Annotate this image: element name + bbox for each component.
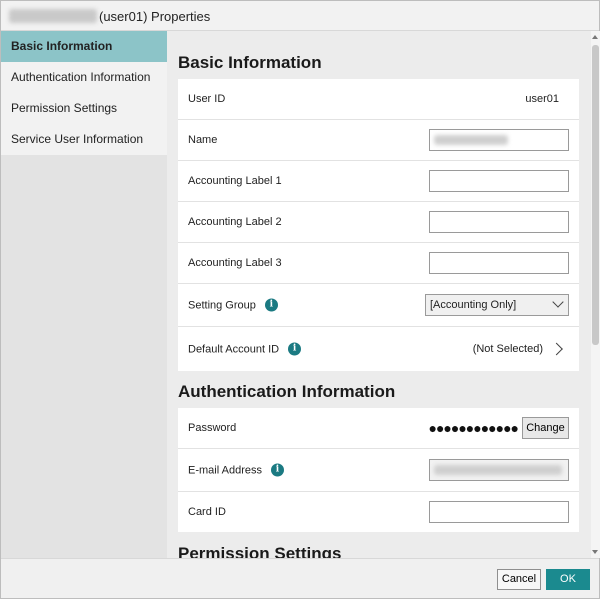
redacted-email-value	[434, 465, 562, 475]
info-icon[interactable]: i	[270, 463, 284, 477]
accounting-label-3-label: Accounting Label 3	[188, 257, 282, 269]
password-label: Password	[188, 422, 237, 434]
default-account-value: (Not Selected)	[472, 343, 543, 355]
accounting-label-3-field[interactable]	[429, 252, 569, 274]
info-icon[interactable]: i	[288, 342, 302, 356]
accounting-label-1-label: Accounting Label 1	[188, 175, 282, 187]
scroll-up-icon[interactable]	[592, 35, 598, 39]
ok-button[interactable]: OK	[546, 569, 590, 590]
name-field[interactable]	[429, 129, 569, 151]
accounting-label-3-row: Accounting Label 3	[178, 243, 579, 284]
accounting-label-2-field[interactable]	[429, 211, 569, 233]
default-account-label-wrap: Default Account ID i	[188, 342, 302, 356]
email-field[interactable]	[429, 459, 569, 481]
authentication-information-panel: Password ●●●●●●●●●●●● Change E-mail Addr…	[178, 408, 579, 532]
accounting-label-1-row: Accounting Label 1	[178, 161, 579, 202]
sidebar-item-service-user-information[interactable]: Service User Information	[1, 124, 167, 155]
sidebar-item-basic-information[interactable]: Basic Information	[1, 31, 167, 62]
dialog-footer: Cancel OK	[1, 558, 599, 598]
redacted-name-value	[434, 135, 508, 145]
accounting-label-1-field[interactable]	[429, 170, 569, 192]
authentication-information-heading: Authentication Information	[178, 382, 396, 401]
card-id-label: Card ID	[188, 506, 226, 518]
setting-group-label: Setting Group	[188, 299, 256, 311]
permission-settings-heading: Permission Settings	[178, 544, 342, 558]
sidebar: Basic Information Authentication Informa…	[1, 31, 167, 558]
sidebar-item-permission-settings[interactable]: Permission Settings	[1, 93, 167, 124]
email-row: E-mail Address i	[178, 449, 579, 492]
card-id-row: Card ID	[178, 492, 579, 532]
password-row: Password ●●●●●●●●●●●● Change	[178, 408, 579, 449]
setting-group-select[interactable]: [Accounting Only]	[425, 294, 569, 316]
name-label: Name	[188, 134, 218, 146]
setting-group-row: Setting Group i [Accounting Only]	[178, 284, 579, 327]
title-bar: (user01) Properties	[1, 1, 599, 31]
properties-dialog: (user01) Properties Basic Information Au…	[0, 0, 600, 599]
setting-group-label-wrap: Setting Group i	[188, 298, 278, 312]
content-pane: Basic Information User ID user01 Name Ac…	[167, 31, 591, 558]
basic-information-panel: User ID user01 Name Accounting Label 1 A…	[178, 79, 579, 371]
accounting-label-2-row: Accounting Label 2	[178, 202, 579, 243]
chevron-right-icon[interactable]	[550, 342, 563, 356]
default-account-label: Default Account ID	[188, 343, 280, 355]
content-scrollbar[interactable]	[591, 31, 600, 558]
email-label: E-mail Address	[188, 464, 262, 476]
user-id-label: User ID	[188, 93, 226, 105]
sidebar-list: Basic Information Authentication Informa…	[1, 31, 167, 155]
basic-information-heading: Basic Information	[178, 53, 322, 72]
setting-group-selected-value: [Accounting Only]	[430, 299, 517, 311]
info-icon[interactable]: i	[264, 298, 278, 312]
scroll-thumb[interactable]	[592, 45, 599, 345]
user-id-value: user01	[525, 93, 559, 105]
name-row: Name	[178, 120, 579, 161]
chevron-down-icon	[552, 296, 564, 308]
cancel-button[interactable]: Cancel	[497, 569, 541, 590]
email-label-wrap: E-mail Address i	[188, 463, 284, 477]
redacted-user-name	[9, 9, 97, 23]
user-id-row: User ID user01	[178, 79, 579, 120]
window-title: (user01) Properties	[99, 9, 211, 24]
card-id-field[interactable]	[429, 501, 569, 523]
default-account-row[interactable]: Default Account ID i (Not Selected)	[178, 327, 579, 371]
change-password-button[interactable]: Change	[522, 417, 569, 439]
accounting-label-2-label: Accounting Label 2	[188, 216, 282, 228]
scroll-down-icon[interactable]	[592, 550, 598, 554]
sidebar-item-authentication-information[interactable]: Authentication Information	[1, 62, 167, 93]
password-mask: ●●●●●●●●●●●●	[428, 420, 519, 436]
